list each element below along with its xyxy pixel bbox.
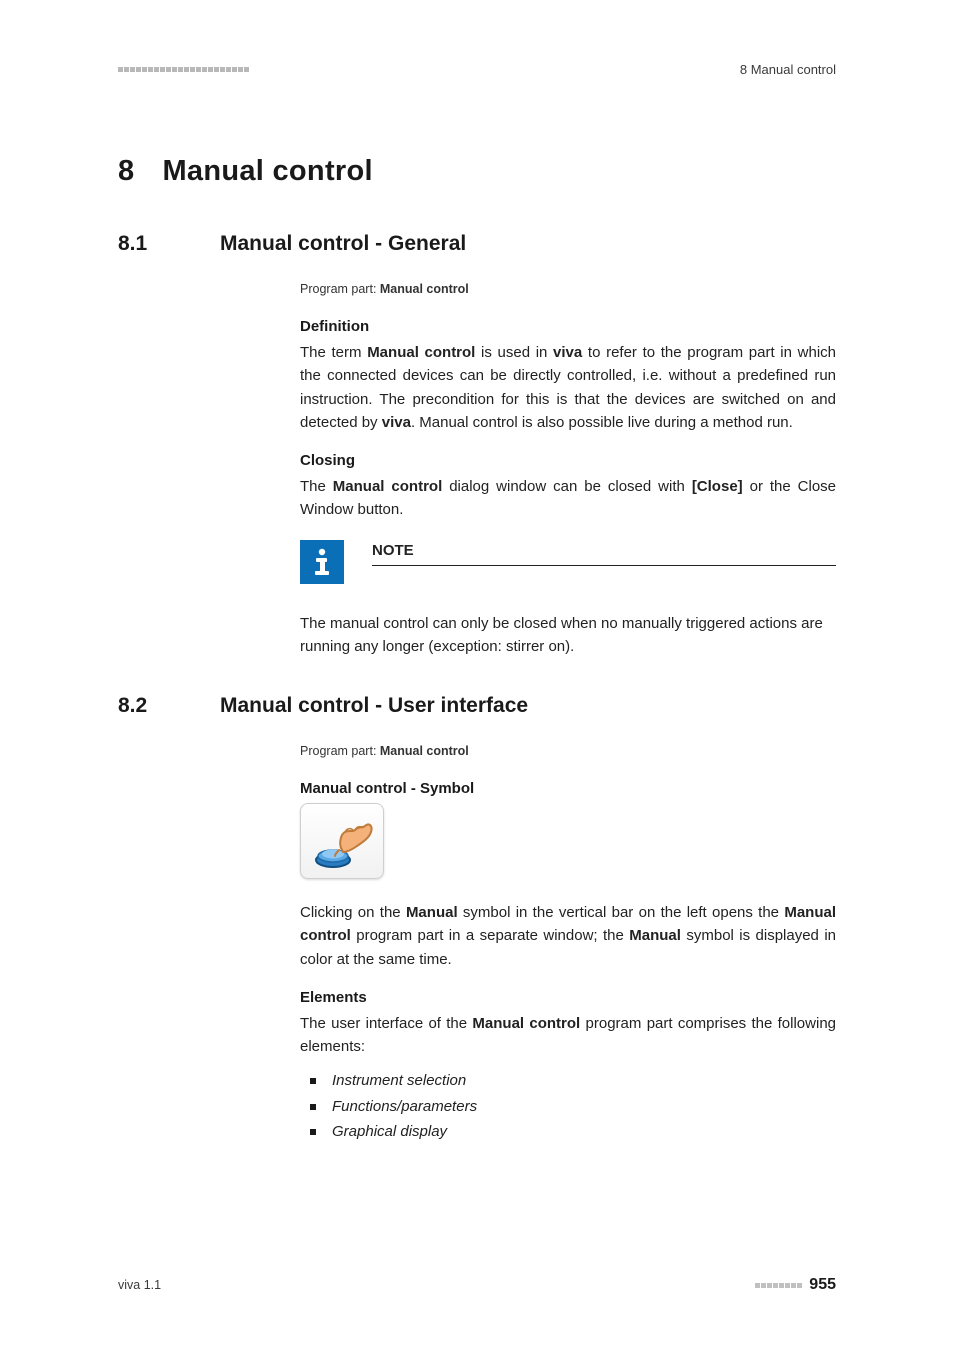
footer-product: viva 1.1 <box>118 1278 161 1292</box>
footer-right: 955 <box>755 1276 836 1294</box>
bullet-icon <box>310 1078 316 1084</box>
section-heading-8-2: 8.2 Manual control - User interface <box>118 694 836 718</box>
list-item: Instrument selection <box>300 1068 836 1094</box>
section-title: Manual control - General <box>220 232 466 256</box>
page-header: 8 Manual control <box>118 62 836 77</box>
section-8-2-body: Program part: Manual control Manual cont… <box>300 744 836 1145</box>
closing-subhead: Closing <box>300 452 836 469</box>
program-part-value: Manual control <box>380 744 469 758</box>
elements-paragraph: The user interface of the Manual control… <box>300 1012 836 1059</box>
elements-subhead: Elements <box>300 989 836 1006</box>
bullet-icon <box>310 1129 316 1135</box>
info-icon <box>300 540 344 584</box>
program-part-label: Program part: <box>300 282 380 296</box>
chapter-title-text: Manual control <box>162 155 372 187</box>
page-number: 955 <box>809 1276 836 1294</box>
section-8-1-body: Program part: Manual control Definition … <box>300 282 836 658</box>
program-part-line: Program part: Manual control <box>300 744 836 758</box>
list-item-label: Graphical display <box>332 1119 447 1145</box>
section-number: 8.1 <box>118 232 220 256</box>
chapter-number: 8 <box>118 155 134 188</box>
page-footer: viva 1.1 955 <box>118 1276 836 1294</box>
list-item-label: Functions/parameters <box>332 1094 477 1120</box>
list-item: Functions/parameters <box>300 1094 836 1120</box>
manual-symbol-icon <box>300 803 384 879</box>
list-item-label: Instrument selection <box>332 1068 466 1094</box>
chapter-title: 8 Manual control <box>118 155 836 188</box>
program-part-label: Program part: <box>300 744 380 758</box>
closing-paragraph: The Manual control dialog window can be … <box>300 475 836 522</box>
bullet-icon <box>310 1104 316 1110</box>
note-block: NOTE The manual control can only be clos… <box>300 540 836 659</box>
note-title: NOTE <box>372 542 836 566</box>
list-item: Graphical display <box>300 1119 836 1145</box>
definition-subhead: Definition <box>300 318 836 335</box>
section-heading-8-1: 8.1 Manual control - General <box>118 232 836 256</box>
program-part-value: Manual control <box>380 282 469 296</box>
note-title-wrap: NOTE <box>372 540 836 566</box>
program-part-line: Program part: Manual control <box>300 282 836 296</box>
definition-paragraph: The term Manual control is used in viva … <box>300 341 836 434</box>
header-ornament <box>118 67 250 72</box>
header-chapter-ref: 8 Manual control <box>740 62 836 77</box>
page: 8 Manual control 8 Manual control 8.1 Man… <box>0 0 954 1350</box>
elements-list: Instrument selection Functions/parameter… <box>300 1068 836 1145</box>
section-title: Manual control - User interface <box>220 694 528 718</box>
footer-ornament <box>755 1283 803 1288</box>
note-body: The manual control can only be closed wh… <box>300 612 836 659</box>
note-header: NOTE <box>300 540 836 584</box>
symbol-paragraph: Clicking on the Manual symbol in the ver… <box>300 901 836 971</box>
symbol-subhead: Manual control - Symbol <box>300 780 836 797</box>
section-number: 8.2 <box>118 694 220 718</box>
